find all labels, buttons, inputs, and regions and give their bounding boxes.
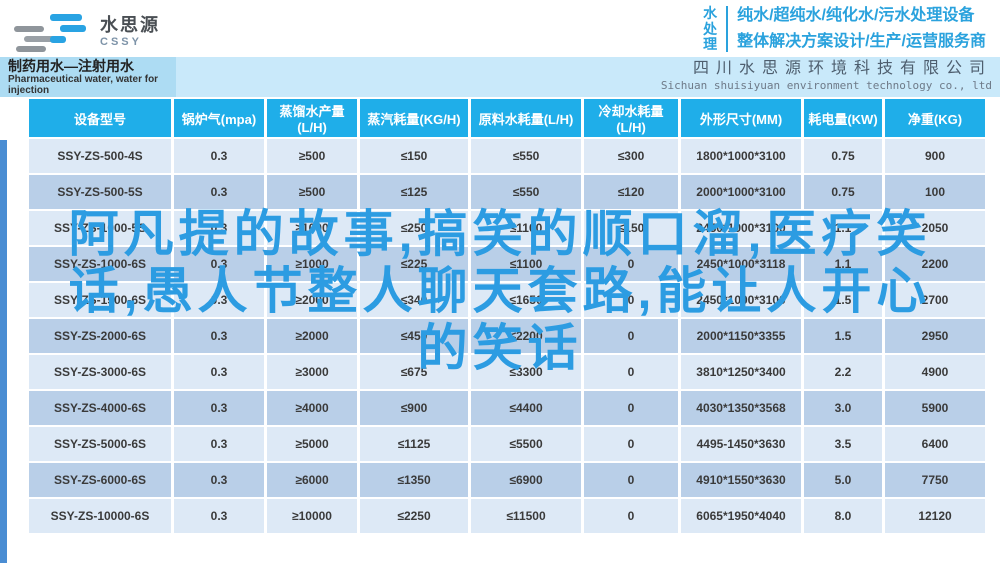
model-cell: SSY-ZS-4000-6S	[29, 391, 171, 425]
table-row: SSY-ZS-6000-6S 0.3 ≥6000 ≤1350 ≤6900 0 4910*15…	[29, 463, 985, 497]
spec-cell: 5900	[885, 391, 985, 425]
table-row: SSY-ZS-4000-6S 0.3 ≥4000 ≤900 ≤4400 0 4030*135…	[29, 391, 985, 425]
spec-cell: ≤1125	[360, 427, 468, 461]
spec-cell: 0.3	[174, 391, 264, 425]
spec-cell: 7750	[885, 463, 985, 497]
spec-cell: ≤300	[584, 139, 678, 173]
slogan-line-1: 纯水/超纯水/纯化水/污水处理设备	[737, 7, 975, 24]
spec-cell: ≥6000	[267, 463, 357, 497]
overlay-title-line[interactable]: 的笑话	[14, 320, 986, 377]
spec-cell: 3.0	[804, 391, 882, 425]
spec-cell: 6065*1950*4040	[681, 499, 801, 533]
section-title-cn: 制药用水—注射用水	[8, 58, 134, 74]
spec-cell: 0.3	[174, 139, 264, 173]
site-logo[interactable]: 水思源 CSSY	[14, 10, 160, 54]
model-cell: SSY-ZS-500-4S	[29, 139, 171, 173]
model-cell: SSY-ZS-5000-6S	[29, 427, 171, 461]
spec-cell: 4495-1450*3630	[681, 427, 801, 461]
column-header: 冷却水耗量(L/H)	[584, 99, 678, 137]
spec-cell: ≥500	[267, 139, 357, 173]
spec-cell: 100	[885, 175, 985, 209]
spec-cell: ≤550	[471, 139, 581, 173]
section-band: 制药用水—注射用水 Pharmaceutical water, water fo…	[0, 57, 1000, 97]
spec-cell: 1800*1000*3100	[681, 139, 801, 173]
spec-cell: ≥5000	[267, 427, 357, 461]
spec-cell: ≤550	[471, 175, 581, 209]
spec-cell: ≤11500	[471, 499, 581, 533]
table-header-row: 设备型号 锅炉气(mpa) 蒸馏水产量(L/H) 蒸汽耗量(KG/H) 原料水耗量(L/…	[29, 99, 985, 137]
company-name-cn: 四川水思源环境科技有限公司	[692, 60, 992, 77]
spec-cell: 12120	[885, 499, 985, 533]
slogan-line-2: 整体解决方案设计/生产/运营服务商	[737, 33, 986, 50]
spec-cell: 0	[584, 427, 678, 461]
spec-cell: ≥500	[267, 175, 357, 209]
spec-cell: ≤900	[360, 391, 468, 425]
overlay-title-line[interactable]: 阿凡提的故事,搞笑的顺口溜,医疗笑	[14, 206, 986, 263]
company-name-en: Sichuan shuisiyuan environment technolog…	[660, 79, 992, 92]
logo-name: 水思源	[100, 15, 160, 35]
spec-cell: 0.3	[174, 499, 264, 533]
column-header: 耗电量(KW)	[804, 99, 882, 137]
spec-cell: 0.3	[174, 175, 264, 209]
spec-cell: 900	[885, 139, 985, 173]
overlay-title-line[interactable]: 话,愚人节整人聊天套路,能让人开心	[14, 263, 986, 320]
spec-cell: 0	[584, 391, 678, 425]
spec-cell: ≤5500	[471, 427, 581, 461]
model-cell: SSY-ZS-500-5S	[29, 175, 171, 209]
table-row: SSY-ZS-5000-6S 0.3 ≥5000 ≤1125 ≤5500 0 4495-14…	[29, 427, 985, 461]
spec-cell: 0	[584, 499, 678, 533]
logo-text: 水思源 CSSY	[100, 16, 160, 48]
spec-cell: 6400	[885, 427, 985, 461]
spec-cell: 0.3	[174, 427, 264, 461]
table-row: SSY-ZS-10000-6S 0.3 ≥10000 ≤2250 ≤11500 0 6065…	[29, 499, 985, 533]
section-title-en: Pharmaceutical water, water for injectio…	[8, 74, 159, 96]
spec-cell: 0	[584, 463, 678, 497]
column-header: 锅炉气(mpa)	[174, 99, 264, 137]
spec-cell: 0.3	[174, 463, 264, 497]
spec-cell: ≤120	[584, 175, 678, 209]
column-header: 外形尺寸(MM)	[681, 99, 801, 137]
column-header: 蒸馏水产量(L/H)	[267, 99, 357, 137]
spec-cell: ≤2250	[360, 499, 468, 533]
spec-cell: 8.0	[804, 499, 882, 533]
spec-cell: 5.0	[804, 463, 882, 497]
logo-subname: CSSY	[100, 36, 142, 48]
water-treatment-vertical-label: 水处理	[703, 5, 718, 52]
model-cell: SSY-ZS-10000-6S	[29, 499, 171, 533]
spec-cell: ≤125	[360, 175, 468, 209]
spec-cell: ≥4000	[267, 391, 357, 425]
column-header: 净重(KG)	[885, 99, 985, 137]
water-logo-icon	[14, 10, 92, 54]
column-header: 原料水耗量(L/H)	[471, 99, 581, 137]
section-title-box: 制药用水—注射用水 Pharmaceutical water, water fo…	[0, 57, 176, 97]
spec-cell: ≥10000	[267, 499, 357, 533]
spec-cell: ≤1350	[360, 463, 468, 497]
column-header: 设备型号	[29, 99, 171, 137]
spec-cell: 4030*1350*3568	[681, 391, 801, 425]
spec-cell: 3.5	[804, 427, 882, 461]
overlay-article-title[interactable]: 阿凡提的故事,搞笑的顺口溜,医疗笑 话,愚人节整人聊天套路,能让人开心 的笑话	[14, 206, 986, 377]
spec-cell: 0.75	[804, 139, 882, 173]
model-cell: SSY-ZS-6000-6S	[29, 463, 171, 497]
column-header: 蒸汽耗量(KG/H)	[360, 99, 468, 137]
spec-cell: ≤4400	[471, 391, 581, 425]
spec-cell: ≤6900	[471, 463, 581, 497]
spec-cell: 4910*1550*3630	[681, 463, 801, 497]
table-row: SSY-ZS-500-5S 0.3 ≥500 ≤125 ≤550 ≤120 2000*100…	[29, 175, 985, 209]
slogan-divider	[726, 6, 729, 52]
header-slogan-block: 水处理 纯水/超纯水/纯化水/污水处理设备 整体解决方案设计/生产/运营服务商	[703, 6, 986, 52]
page-edge-strip	[0, 140, 7, 563]
spec-cell: 0.75	[804, 175, 882, 209]
spec-cell: 2000*1000*3100	[681, 175, 801, 209]
spec-cell: ≤150	[360, 139, 468, 173]
table-row: SSY-ZS-500-4S 0.3 ≥500 ≤150 ≤550 ≤300 1800*100…	[29, 139, 985, 173]
